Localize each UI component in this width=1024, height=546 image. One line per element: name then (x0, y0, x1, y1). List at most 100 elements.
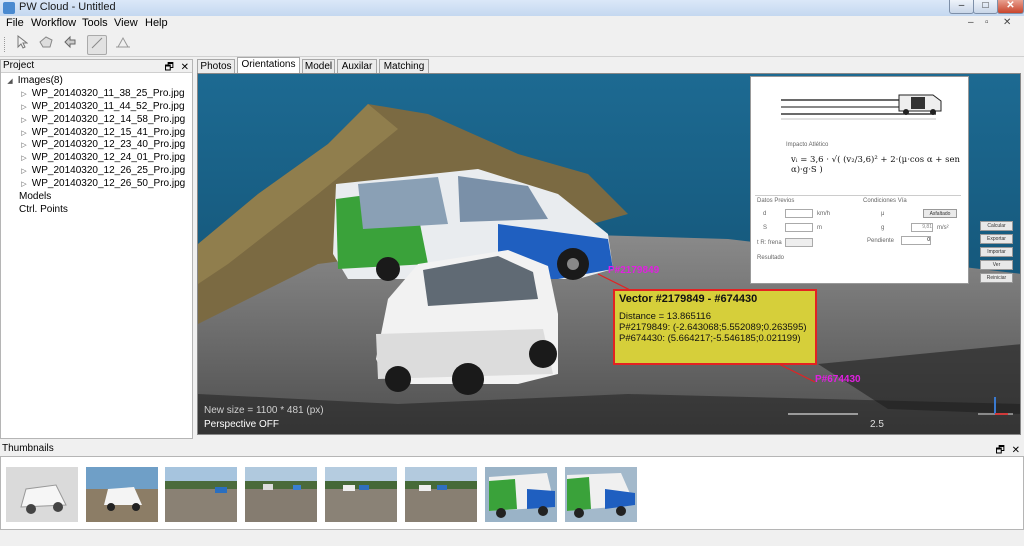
title-bar: PW Cloud - Untitled – □ ✕ (0, 0, 1024, 16)
scale-label: 2.5 (870, 419, 884, 430)
rotate-icon[interactable] (60, 35, 80, 55)
project-tree: ◢ Images(8) ▷ WP_20140320_11_38_25_Pro.j… (1, 73, 192, 217)
d-input[interactable] (785, 209, 813, 218)
tree-item-models[interactable]: Models (1, 191, 192, 204)
tree-item-label: WP_20140320_12_14_58_Pro.jpg (31, 113, 186, 125)
thumbnail[interactable] (325, 467, 397, 522)
thumbnail[interactable] (485, 467, 557, 522)
pendiente-label: Pendiente (867, 238, 895, 244)
vector-title: Vector #2179849 - #674430 (619, 293, 758, 305)
tree-item-image[interactable]: ▷ WP_20140320_12_26_50_Pro.jpg (1, 178, 192, 191)
tree-item-image[interactable]: ▷ WP_20140320_11_38_25_Pro.jpg (1, 88, 192, 101)
app-icon (3, 2, 15, 14)
thumbnail[interactable] (565, 467, 637, 522)
perspective-label: Perspective OFF (204, 419, 280, 430)
point-label-b: P#674430 (815, 374, 861, 385)
menu-workflow[interactable]: Workflow (31, 17, 76, 29)
calc-divider (755, 195, 961, 196)
toolbar (0, 32, 1024, 57)
calcular-button[interactable]: Calcular (980, 221, 1013, 231)
status-bar (0, 531, 1024, 546)
unit-m-label: m (817, 225, 822, 231)
field-g-label: g (881, 225, 885, 231)
tree-item-image[interactable]: ▷ WP_20140320_12_26_25_Pro.jpg (1, 165, 192, 178)
tree-item-label: WP_20140320_12_26_50_Pro.jpg (31, 178, 186, 190)
menu-tools[interactable]: Tools (82, 17, 108, 29)
close-button[interactable]: ✕ (997, 0, 1024, 14)
thumbnail[interactable] (245, 467, 317, 522)
project-panel: Project 🗗 ✕ ◢ Images(8) ▷ WP_20140320_11… (0, 59, 193, 439)
tree-item-image[interactable]: ▷ WP_20140320_11_44_52_Pro.jpg (1, 101, 192, 114)
ver-button[interactable]: Ver (980, 260, 1013, 270)
thumbnails-strip (0, 456, 1024, 530)
tree-item-image[interactable]: ▷ WP_20140320_12_14_58_Pro.jpg (1, 114, 192, 127)
tab-orientations[interactable]: Orientations (237, 57, 300, 73)
new-size-label: New size = 1100 * 481 (px) (204, 405, 324, 416)
field-d-label: d (763, 211, 767, 217)
unit-kmh-label: km/h (817, 211, 831, 217)
pendiente-input[interactable]: 0 (901, 236, 931, 245)
importar-button[interactable]: Importar (980, 247, 1013, 257)
field-s-label: S (763, 225, 768, 231)
section-right-label: Condiciones Vía (863, 198, 907, 204)
mdi-minimize-button[interactable]: – (968, 17, 974, 28)
tree-item-image[interactable]: ▷ WP_20140320_12_23_40_Pro.jpg (1, 139, 192, 152)
field-tr-label: t R: frena (757, 240, 782, 246)
minimize-button[interactable]: – (949, 0, 974, 14)
vector-point-2: P#674430: (5.664217;-5.546185;0.021199) (619, 333, 801, 344)
mu-button[interactable]: Asfaltado (923, 209, 957, 218)
resultado-label: Resultado (757, 255, 785, 261)
field-mu-label: μ (881, 211, 885, 217)
formula-title: Impacto Atlético (786, 142, 829, 148)
close-icon[interactable]: ✕ (181, 62, 189, 73)
tab-auxilar[interactable]: Auxilar (337, 59, 377, 73)
thumbnail[interactable] (165, 467, 237, 522)
thumbnail[interactable] (86, 467, 158, 522)
tree-item-label: WP_20140320_12_15_41_Pro.jpg (31, 126, 186, 138)
tree-item-images[interactable]: ◢ Images(8) (1, 75, 192, 88)
project-panel-header: Project 🗗 ✕ (1, 60, 192, 73)
tab-matching[interactable]: Matching (379, 59, 429, 73)
float-icon[interactable]: 🗗 (164, 62, 173, 73)
menu-help[interactable]: Help (145, 17, 168, 29)
hand-icon[interactable] (36, 35, 56, 55)
g-input[interactable]: 9,81 (911, 223, 933, 232)
thumbnails-title: Thumbnails (2, 443, 54, 454)
vector-info-popup: Vector #2179849 - #674430 Distance = 13.… (613, 289, 817, 365)
tree-item-image[interactable]: ▷ WP_20140320_12_24_01_Pro.jpg (1, 152, 192, 165)
mdi-close-button[interactable]: ✕ (1003, 17, 1011, 28)
thumbnails-panel: Thumbnails 🗗 ✕ (0, 442, 1024, 530)
vector-point-1: P#2179849: (-2.643068;5.552089;0.263595) (619, 322, 807, 333)
point-label-a: P#2179849 (608, 265, 660, 276)
point-cloud-viewport[interactable]: P#2179849 P#674430 Vector #2179849 - #67… (197, 73, 1021, 435)
tree-item-label: WP_20140320_11_38_25_Pro.jpg (31, 87, 185, 99)
tr-input[interactable] (785, 238, 813, 247)
tab-photos[interactable]: Photos (197, 59, 235, 73)
arrow-icon[interactable] (12, 34, 32, 55)
tab-model[interactable]: Model (302, 59, 335, 73)
menu-bar: File Workflow Tools View Help – ▫ ✕ (0, 16, 1024, 31)
tree-item-ctrl-points[interactable]: Ctrl. Points (1, 204, 192, 217)
measure-icon[interactable] (113, 35, 133, 55)
car-braking-diagram (781, 94, 942, 120)
float-icon[interactable]: 🗗 (995, 445, 1004, 456)
vector-distance: Distance = 13.865116 (619, 311, 711, 322)
close-icon[interactable]: ✕ (1012, 445, 1020, 456)
s-input[interactable] (785, 223, 813, 232)
section-left-label: Datos Previos (757, 198, 795, 204)
window-title: PW Cloud - Untitled (19, 1, 116, 13)
thumbnail[interactable] (6, 467, 78, 522)
formula: vᵢ = 3,6 · √( (v₂/3,6)² + 2·(μ·cos α + s… (791, 155, 960, 175)
menu-file[interactable]: File (6, 17, 24, 29)
mdi-restore-button[interactable]: ▫ (985, 17, 989, 28)
project-panel-title: Project (3, 60, 35, 71)
maximize-button[interactable]: □ (973, 0, 998, 14)
thumbnails-header: Thumbnails 🗗 ✕ (0, 442, 1024, 456)
tree-item-image[interactable]: ▷ WP_20140320_12_15_41_Pro.jpg (1, 127, 192, 140)
exportar-button[interactable]: Exportar (980, 234, 1013, 244)
select-rect-icon[interactable] (87, 35, 107, 55)
menu-view[interactable]: View (114, 17, 138, 29)
reiniciar-button[interactable]: Reiniciar (980, 273, 1013, 283)
toolbar-grip[interactable] (4, 37, 7, 52)
thumbnail[interactable] (405, 467, 477, 522)
